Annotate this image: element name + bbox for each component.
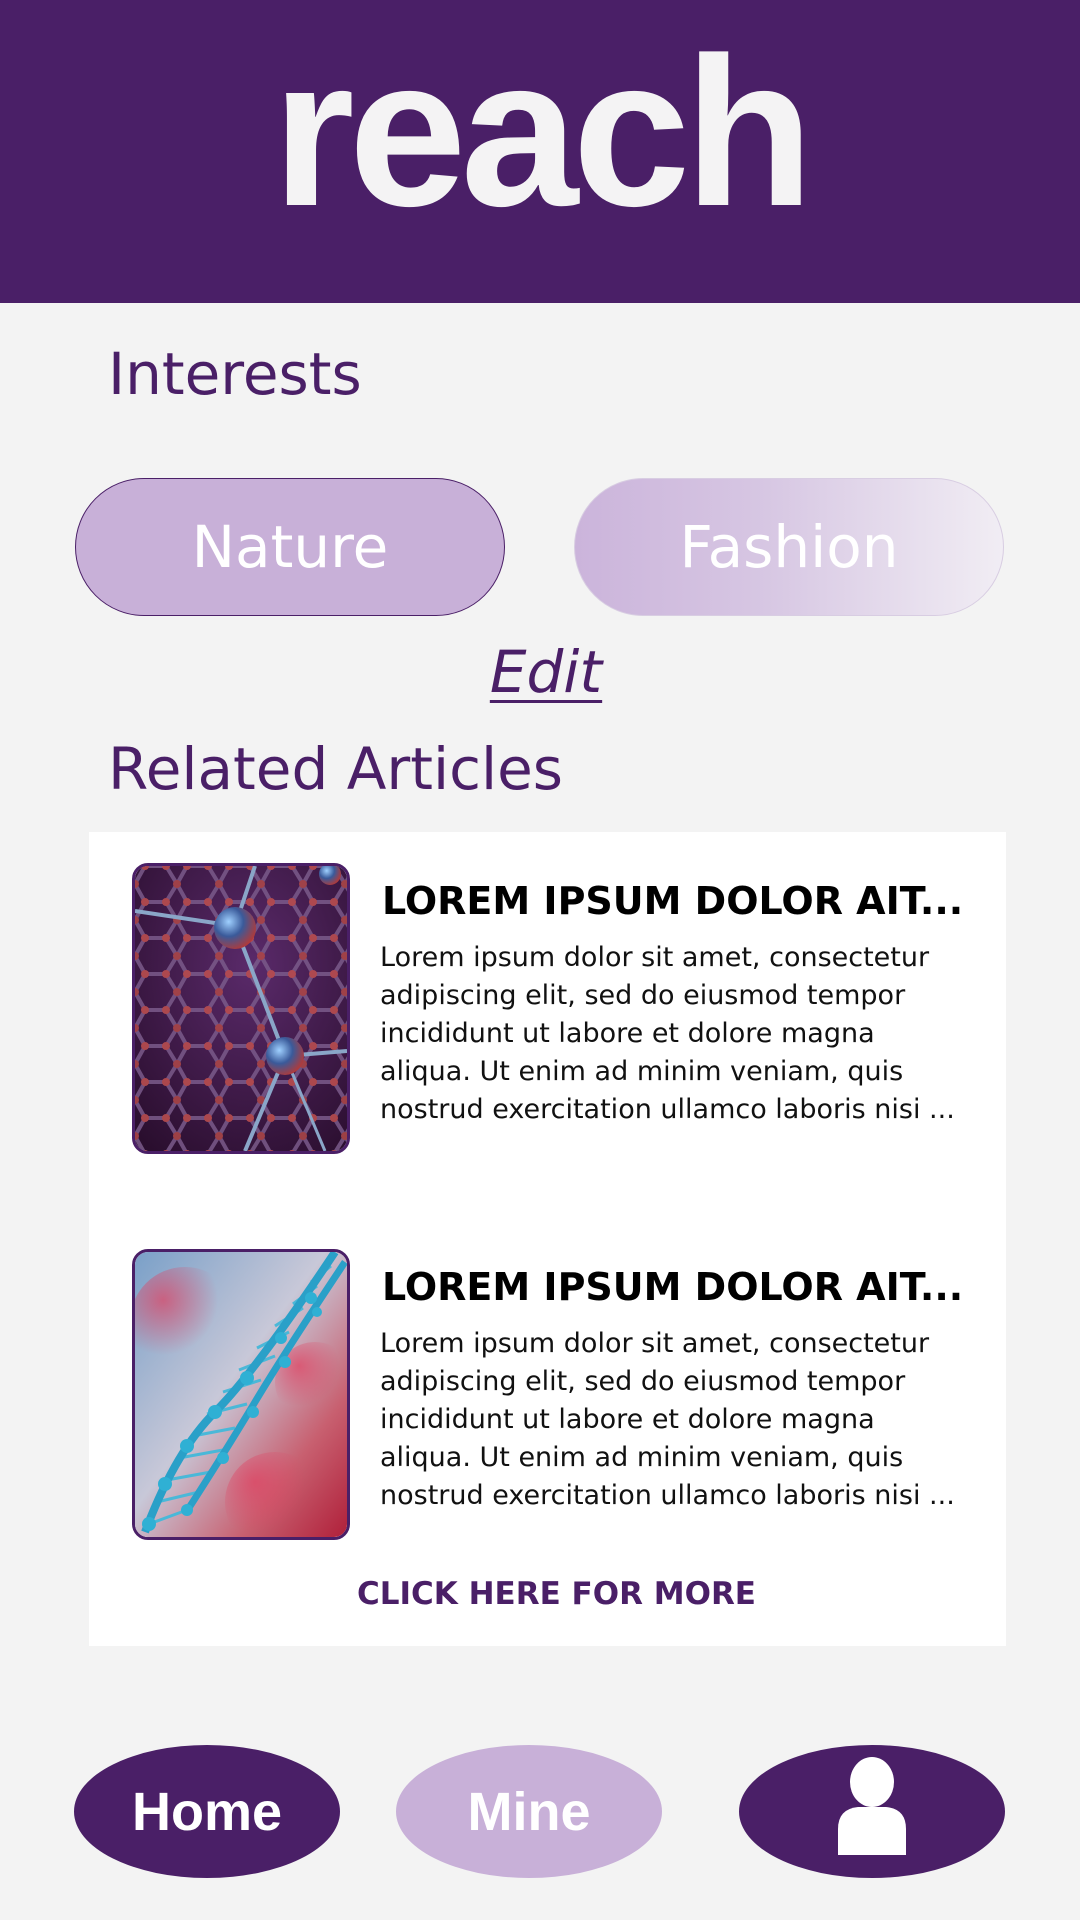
interests-title: Interests [108, 340, 362, 408]
nav-mine-label: Mine [467, 1781, 591, 1842]
interest-chip-label: Fashion [679, 513, 899, 581]
nav-mine-button[interactable]: Mine [396, 1745, 662, 1878]
interest-chip-fashion[interactable]: Fashion [574, 478, 1004, 616]
article-title: LOREM IPSUM DOLOR AIT... [382, 1265, 964, 1309]
interest-chip-label: Nature [191, 513, 389, 581]
interest-chip-nature[interactable]: Nature [75, 478, 505, 616]
nav-profile-button[interactable] [739, 1745, 1005, 1878]
article-title: LOREM IPSUM DOLOR AIT... [382, 879, 964, 923]
app-logo: reach [272, 13, 814, 250]
more-articles-link[interactable]: CLICK HERE FOR MORE [89, 1576, 1024, 1612]
nav-home-button[interactable]: Home [74, 1745, 340, 1878]
article-excerpt: Lorem ipsum dolor sit amet, consectetur … [380, 942, 955, 1125]
app-header: reach [0, 0, 1080, 303]
related-articles-card: LOREM IPSUM DOLOR AIT... Lorem ipsum dol… [89, 832, 1006, 1646]
user-icon [832, 1755, 912, 1868]
article-excerpt: Lorem ipsum dolor sit amet, consectetur … [380, 1328, 955, 1511]
nav-home-label: Home [131, 1781, 283, 1842]
dna-helix-image [132, 1249, 350, 1540]
edit-interests-link[interactable]: Edit [0, 638, 1080, 706]
molecule-lattice-image [132, 863, 350, 1154]
related-articles-title: Related Articles [108, 735, 563, 803]
